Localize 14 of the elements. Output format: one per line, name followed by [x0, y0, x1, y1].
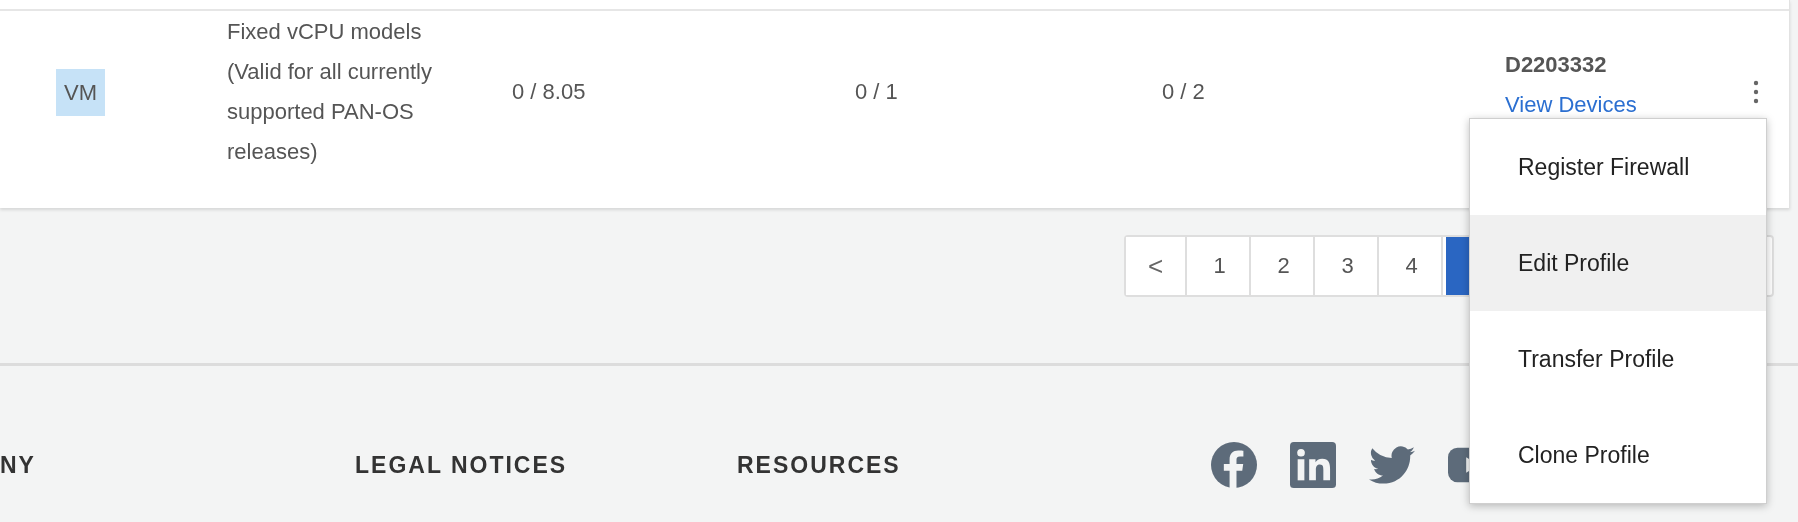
- auth-code: D2203332: [1505, 51, 1607, 79]
- table-cell-text: 0 / 1: [855, 78, 899, 106]
- menu-item[interactable]: Edit Profile: [1470, 215, 1766, 311]
- type-badge: VM: [56, 68, 105, 116]
- table-cell-text: 0 / 2: [1162, 78, 1206, 106]
- menu-item[interactable]: Clone Profile: [1470, 407, 1766, 503]
- menu-item[interactable]: Register Firewall: [1470, 119, 1766, 215]
- table-cell-text: Fixed vCPU models (Valid for all currently supported PAN-OS releases): [227, 18, 433, 166]
- previous-page-button[interactable]: <: [1126, 237, 1187, 295]
- footer-heading: NY: [0, 451, 37, 479]
- footer-heading: RESOURCES: [737, 451, 902, 479]
- table-cell-text: 0 / 8.05: [512, 78, 587, 106]
- footer-heading: LEGAL NOTICES: [355, 451, 569, 479]
- menu-item[interactable]: Transfer Profile: [1470, 311, 1766, 407]
